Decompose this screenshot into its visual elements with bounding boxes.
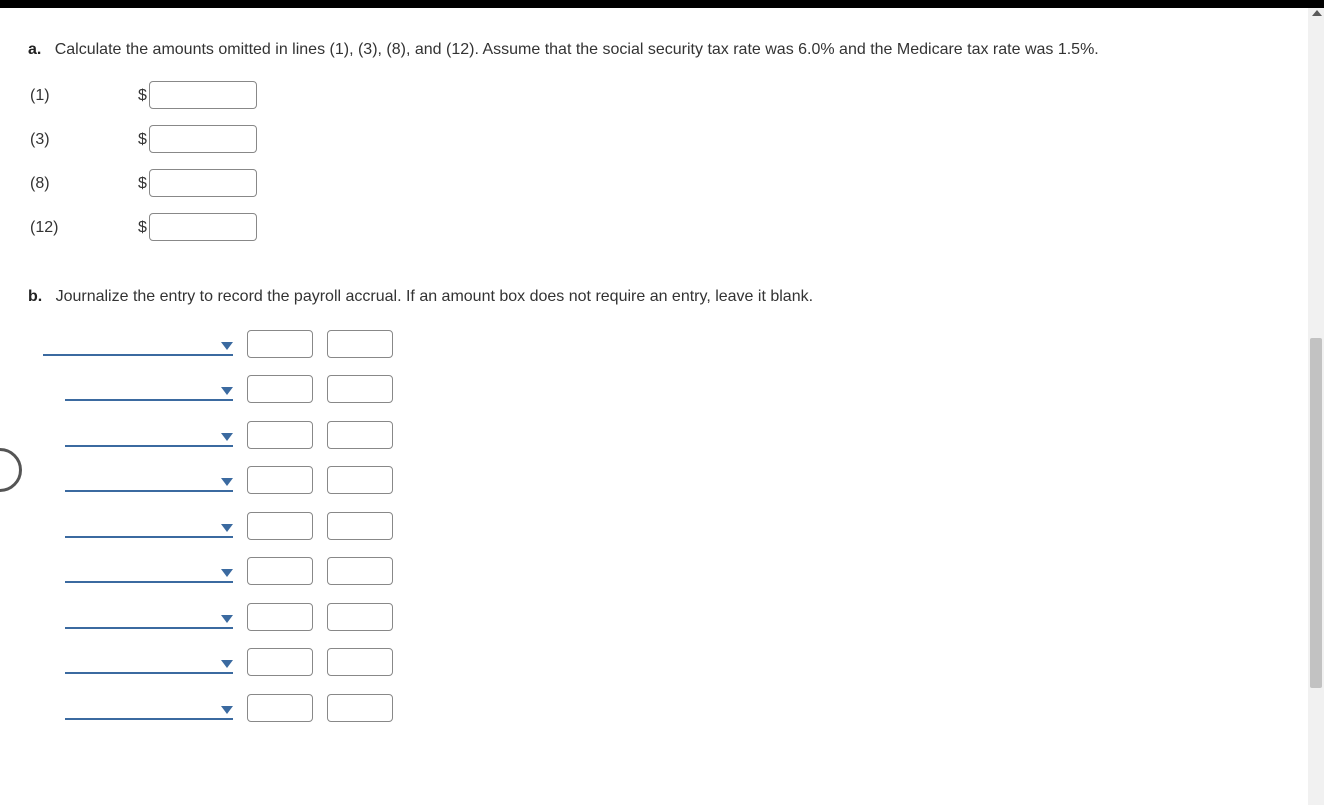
account-field[interactable] [65,605,233,629]
line-8-label: (8) [28,170,138,197]
part-a: a. Calculate the amounts omitted in line… [28,36,1296,241]
journal-row [65,510,1296,538]
account-field[interactable] [65,514,233,538]
part-a-text: Calculate the amounts omitted in lines (… [55,41,1099,58]
debit-input[interactable] [247,694,313,722]
journal-entry-grid [43,328,1296,720]
journal-row [65,419,1296,447]
journal-row [65,374,1296,402]
account-dropdown[interactable] [65,601,233,629]
account-dropdown[interactable] [65,510,233,538]
credit-input[interactable] [327,694,393,722]
part-b: b. Journalize the entry to record the pa… [28,283,1296,720]
amount-grid: (1) $ (3) $ (8) $ (12) $ [28,81,328,241]
currency-symbol: $ [138,214,147,241]
currency-symbol: $ [138,126,147,153]
question-content: a. Calculate the amounts omitted in line… [0,8,1324,730]
account-dropdown[interactable] [65,556,233,584]
credit-input[interactable] [327,375,393,403]
journal-row [65,601,1296,629]
scroll-up-icon [1312,10,1322,16]
account-dropdown[interactable] [65,419,233,447]
credit-input[interactable] [327,557,393,585]
journal-row [65,647,1296,675]
part-b-text: Journalize the entry to record the payro… [56,288,813,305]
line-12-label: (12) [28,214,138,241]
debit-input[interactable] [247,512,313,540]
account-dropdown[interactable] [65,374,233,402]
debit-input[interactable] [247,648,313,676]
credit-input[interactable] [327,466,393,494]
account-dropdown[interactable] [43,328,233,356]
part-b-label: b. [28,288,42,305]
line-3-label: (3) [28,126,138,153]
account-field[interactable] [43,332,233,356]
debit-input[interactable] [247,375,313,403]
account-dropdown[interactable] [65,647,233,675]
account-field[interactable] [65,468,233,492]
line-1-input[interactable] [149,81,257,109]
credit-input[interactable] [327,648,393,676]
debit-input[interactable] [247,603,313,631]
scrollbar-thumb[interactable] [1310,338,1322,688]
account-field[interactable] [65,377,233,401]
currency-symbol: $ [138,82,147,109]
account-field[interactable] [65,650,233,674]
window-top-border [0,0,1324,8]
part-a-label: a. [28,41,41,58]
account-dropdown[interactable] [65,465,233,493]
debit-input[interactable] [247,421,313,449]
line-12-input[interactable] [149,213,257,241]
credit-input[interactable] [327,603,393,631]
line-3-input[interactable] [149,125,257,153]
credit-input[interactable] [327,421,393,449]
account-field[interactable] [65,423,233,447]
account-field[interactable] [65,696,233,720]
line-8-input[interactable] [149,169,257,197]
debit-input[interactable] [247,466,313,494]
currency-symbol: $ [138,170,147,197]
line-1-label: (1) [28,82,138,109]
account-field[interactable] [65,559,233,583]
vertical-scrollbar[interactable] [1308,8,1324,805]
credit-input[interactable] [327,330,393,358]
debit-input[interactable] [247,557,313,585]
journal-row [65,556,1296,584]
journal-row [43,328,1296,356]
journal-row [65,692,1296,720]
debit-input[interactable] [247,330,313,358]
credit-input[interactable] [327,512,393,540]
account-dropdown[interactable] [65,692,233,720]
journal-row [65,465,1296,493]
